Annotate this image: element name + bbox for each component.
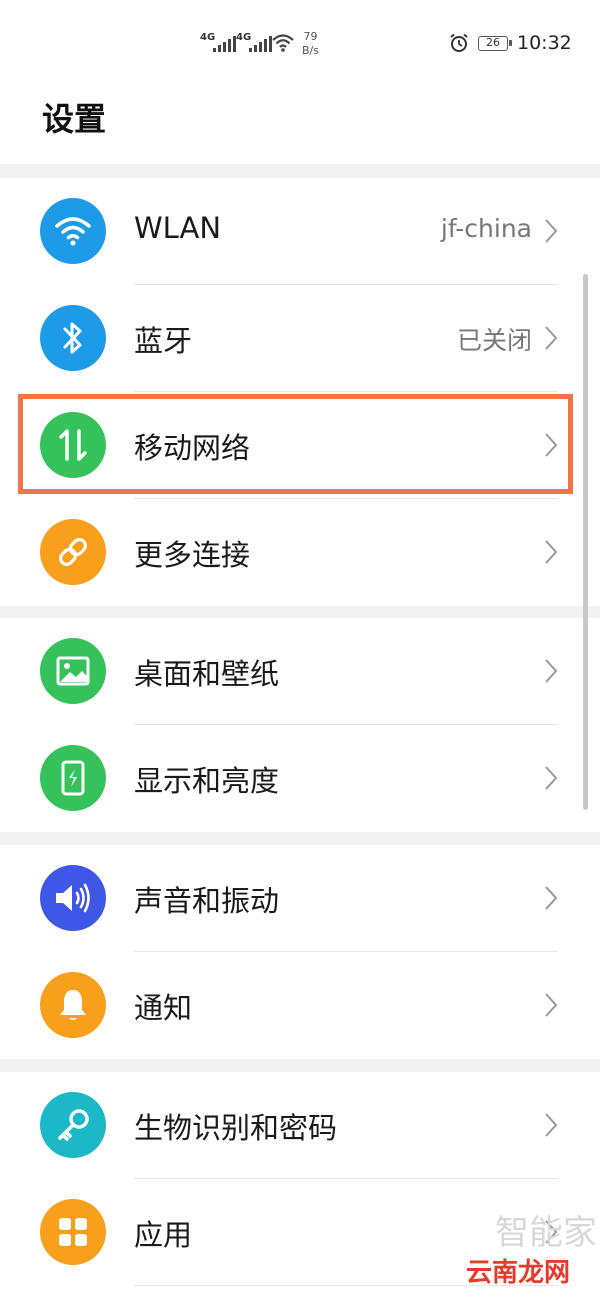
settings-item-display[interactable]: 显示和亮度	[0, 725, 600, 832]
battery-icon: 26	[478, 36, 512, 51]
chevron-right-icon	[545, 659, 558, 683]
settings-group-sound: 声音和振动 通知	[0, 845, 600, 1059]
settings-item-label: 生物识别和密码	[134, 1111, 338, 1145]
settings-item-label: 更多连接	[134, 538, 251, 572]
settings-item-wallpaper[interactable]: 桌面和壁纸	[0, 618, 600, 725]
link-icon	[40, 519, 106, 585]
watermark-faint: 智能家	[495, 1213, 597, 1253]
bell-icon	[40, 972, 106, 1038]
chevron-right-icon	[545, 993, 558, 1017]
chevron-right-icon	[545, 1113, 558, 1137]
chevron-right-icon	[545, 886, 558, 910]
header: 设置	[0, 88, 600, 164]
signal-strength-icon	[213, 36, 236, 52]
settings-item-notifications[interactable]: 通知	[0, 952, 600, 1059]
wallpaper-icon	[40, 638, 106, 704]
chevron-right-icon	[545, 766, 558, 790]
apps-icon	[40, 1199, 106, 1265]
chevron-right-icon	[545, 219, 558, 243]
settings-item-value: jf-china	[440, 214, 532, 243]
settings-group-display: 桌面和壁纸 显示和亮度	[0, 618, 600, 832]
alarm-icon	[450, 33, 468, 52]
settings-item-label: 显示和亮度	[134, 764, 280, 798]
settings-group-connectivity: WLAN jf-china 蓝牙 已关闭 移动网络 更多连接	[0, 178, 600, 606]
settings-item-label: 应用	[134, 1218, 193, 1252]
chevron-right-icon	[545, 540, 558, 564]
sound-icon	[40, 865, 106, 931]
settings-item-wlan[interactable]: WLAN jf-china	[0, 178, 600, 285]
clock: 10:32	[517, 32, 572, 54]
wifi-status-icon	[272, 34, 294, 52]
settings-item-label: 桌面和壁纸	[134, 657, 280, 691]
network-speed: 79 B/s	[302, 30, 319, 58]
settings-item-biometrics[interactable]: 生物识别和密码	[0, 1072, 600, 1179]
settings-item-label: 声音和振动	[134, 884, 280, 918]
settings-item-label: 蓝牙	[134, 324, 193, 358]
bluetooth-icon	[40, 305, 106, 371]
settings-item-value: 已关闭	[456, 326, 532, 355]
network-speed-value: 79	[303, 30, 318, 43]
settings-item-bluetooth[interactable]: 蓝牙 已关闭	[0, 285, 600, 392]
scrollbar[interactable]	[583, 274, 588, 810]
status-bar: 4G 4G 79 B/s 26 10:32	[0, 0, 600, 88]
network-speed-unit: B/s	[302, 44, 319, 57]
settings-item-sound[interactable]: 声音和振动	[0, 845, 600, 952]
highlight-box	[18, 394, 573, 494]
display-icon	[40, 745, 106, 811]
wifi-icon	[40, 198, 106, 264]
watermark: 云南龙网	[466, 1258, 571, 1288]
key-icon	[40, 1092, 106, 1158]
settings-item-more-connections[interactable]: 更多连接	[0, 499, 600, 606]
settings-item-label: 通知	[134, 991, 193, 1025]
signal-strength-icon	[249, 36, 272, 52]
battery-level: 26	[486, 36, 500, 49]
chevron-right-icon	[545, 326, 558, 350]
page-title: 设置	[42, 100, 107, 138]
settings-item-label: WLAN	[134, 211, 222, 245]
